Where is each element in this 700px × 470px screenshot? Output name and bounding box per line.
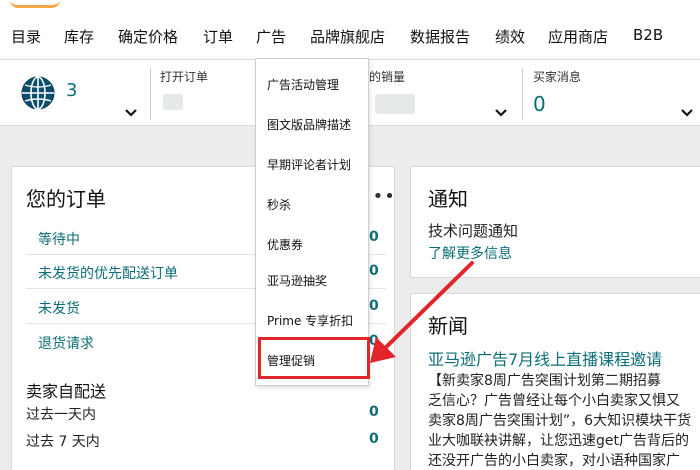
sales-value-redacted xyxy=(375,94,415,114)
sales-label: 的销量 xyxy=(369,70,406,84)
chevron-down-icon[interactable] xyxy=(124,108,138,118)
news-text-line: 乏信心？广告曾经让每个小白卖家又惧又 xyxy=(428,393,680,409)
orders-pending-count[interactable]: 0 xyxy=(369,229,379,245)
notice-item: 技术问题通知 xyxy=(428,222,519,240)
nav-b2b[interactable]: B2B xyxy=(633,26,663,44)
divider xyxy=(150,68,151,120)
marketplace-count: 3 xyxy=(66,80,78,101)
orders-returns-link[interactable]: 退货请求 xyxy=(38,333,94,353)
annotation-arrow xyxy=(370,261,474,363)
menu-item-coupons[interactable]: 优惠券 xyxy=(267,236,303,253)
notice-title: 通知 xyxy=(428,187,468,211)
orders-pending-link[interactable]: 等待中 xyxy=(38,229,80,249)
nav-pricing[interactable]: 确定价格 xyxy=(118,26,178,47)
orders-title: 您的订单 xyxy=(26,187,106,211)
seller-past-week: 过去 7 天内 xyxy=(26,434,100,450)
seller-past-day-count[interactable]: 0 xyxy=(369,404,379,420)
nav-performance[interactable]: 绩效 xyxy=(495,26,525,47)
nav-brand-store[interactable]: 品牌旗舰店 xyxy=(310,26,385,47)
chevron-down-icon[interactable] xyxy=(494,108,508,118)
nav-inventory[interactable]: 库存 xyxy=(64,26,94,47)
manage-promotions-highlight-box xyxy=(258,337,370,379)
buyer-messages-count[interactable]: 0 xyxy=(533,92,546,116)
orders-unshipped-link[interactable]: 未发货 xyxy=(38,298,80,318)
seller-past-week-count[interactable]: 0 xyxy=(369,431,379,447)
nav-reports[interactable]: 数据报告 xyxy=(410,26,470,47)
top-strip xyxy=(0,0,700,14)
globe-icon[interactable] xyxy=(20,75,56,111)
main-nav: 目录 库存 确定价格 订单 广告 品牌旗舰店 数据报告 绩效 应用商店 B2B xyxy=(0,14,700,60)
nav-catalog[interactable]: 目录 xyxy=(11,26,41,47)
nav-appstore[interactable]: 应用商店 xyxy=(548,26,608,47)
menu-item-early-reviewer[interactable]: 早期评论者计划 xyxy=(267,156,351,173)
nav-advertising[interactable]: 广告 xyxy=(256,26,286,47)
seller-fulfilled-title: 卖家自配送 xyxy=(26,382,107,401)
seller-past-day: 过去一天内 xyxy=(26,407,96,423)
menu-item-prime-discount[interactable]: Prime 专享折扣 xyxy=(267,312,353,329)
buyer-messages-label: 买家消息 xyxy=(533,70,582,84)
chevron-down-icon[interactable] xyxy=(680,108,694,118)
open-orders-label: 打开订单 xyxy=(160,70,209,84)
news-text-line: 业大咖联袂讲解，让您迅速get广告背后的 xyxy=(428,433,689,449)
menu-item-a-plus-content[interactable]: 图文版品牌描述 xyxy=(267,116,351,133)
nav-orders[interactable]: 订单 xyxy=(203,26,233,47)
orders-priority-link[interactable]: 未发货的优先配送订单 xyxy=(38,263,178,283)
menu-item-lightning-deals[interactable]: 秒杀 xyxy=(267,196,291,213)
amazon-logo[interactable] xyxy=(10,0,60,8)
news-text-line: 还没开广告的小白卖家，对小语种国家广 xyxy=(428,453,680,469)
menu-item-campaign-manager[interactable]: 广告活动管理 xyxy=(267,76,339,93)
news-text-line: 卖家8周广告突围计划”，6大知识模块干货 xyxy=(428,413,692,429)
divider xyxy=(522,68,523,120)
open-orders-value-redacted xyxy=(163,94,183,110)
menu-item-giveaway[interactable]: 亚马逊抽奖 xyxy=(267,272,327,289)
